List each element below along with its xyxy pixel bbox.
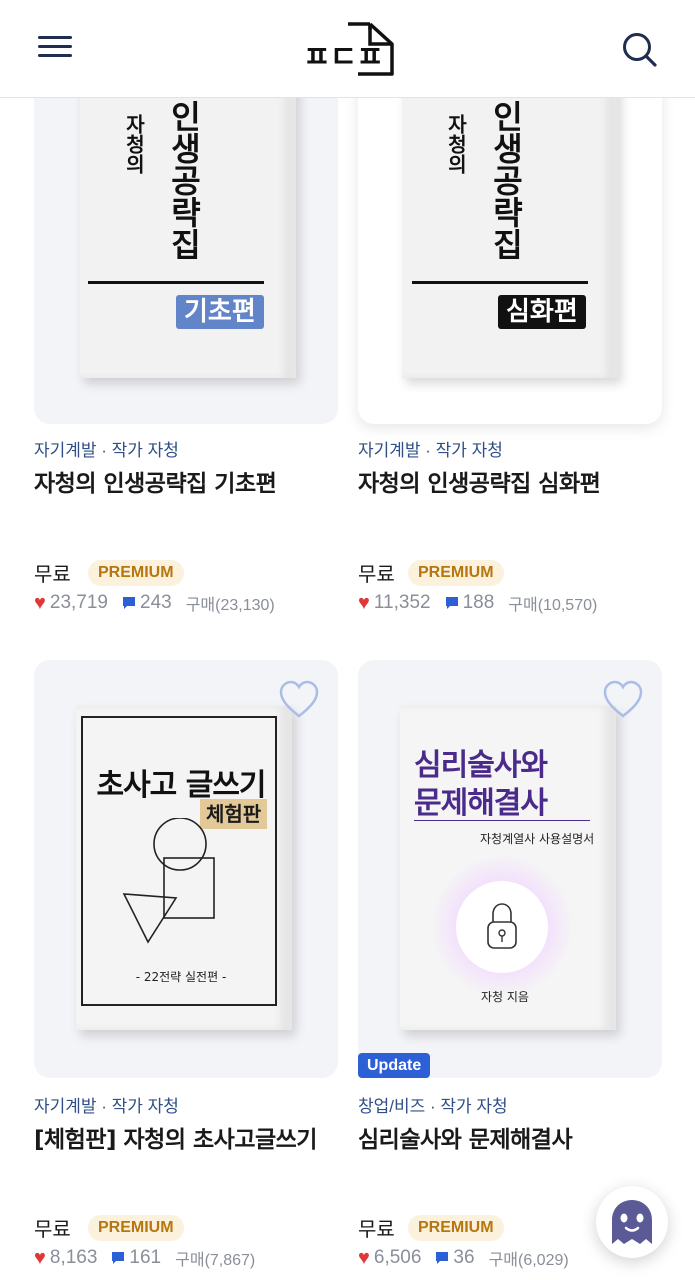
- comment-icon: [445, 597, 458, 609]
- like-count: 11,352: [373, 592, 431, 613]
- cover-subtitle: 자청계열사 사용설명서: [480, 832, 595, 846]
- cover-edition-badge: 심화편: [498, 295, 586, 329]
- product-price: 무료: [34, 1217, 71, 1241]
- cover-footer-text: - 22전략 실전편 -: [135, 970, 227, 984]
- site-logo[interactable]: ㅍㄷㅍ: [300, 20, 396, 78]
- product-category[interactable]: 자기계발 · 작가 자청: [358, 436, 503, 461]
- product-price: 무료: [358, 562, 395, 586]
- product-title[interactable]: 자청의 인생공략집 기초편: [34, 466, 334, 502]
- premium-badge: PREMIUM: [408, 1215, 504, 1241]
- cover-divider: [414, 820, 590, 821]
- product-title[interactable]: 자청의 인생공략집 심화편: [358, 466, 662, 502]
- product-title[interactable]: 심리술사와 문제해결사: [358, 1122, 658, 1158]
- book-cover-image: 심리술사와 문제해결사 자청계열사 사용설명서 자청 지음: [400, 706, 616, 1030]
- product-stats: ♥ 8,163 161 구매(7,867): [34, 1246, 255, 1270]
- cover-divider: [88, 281, 264, 284]
- product-card[interactable]: 자청의 인생공략집 기초편 자기계발 · 작가 자청 자청의 인생공략집 기초편…: [34, 78, 338, 618]
- comment-icon: [112, 1252, 125, 1264]
- heart-filled-icon: ♥: [358, 591, 370, 614]
- premium-badge: PREMIUM: [88, 1215, 184, 1241]
- premium-badge: PREMIUM: [88, 560, 184, 586]
- product-card[interactable]: 자청의 인생공략집 심화편 자기계발 · 작가 자청 자청의 인생공략집 심화편…: [358, 78, 662, 618]
- search-icon[interactable]: [620, 30, 658, 68]
- product-stats: ♥ 23,719 243 구매(23,130): [34, 591, 275, 615]
- cover-author-line: 자청의: [122, 114, 146, 174]
- chat-bot-button[interactable]: [596, 1186, 668, 1258]
- purchase-count: 구매(23,130): [185, 597, 275, 614]
- like-count: 6,506: [373, 1247, 422, 1268]
- product-category[interactable]: 자기계발 · 작가 자청: [34, 1092, 179, 1117]
- comment-icon: [436, 1252, 449, 1264]
- comment-count: 188: [462, 592, 495, 613]
- product-cover[interactable]: 초사고 글쓰기 체험판 - 22전략 실전편 -: [34, 660, 338, 1078]
- cover-title-line: 인생공략집: [165, 100, 203, 260]
- product-price: 무료: [358, 1217, 395, 1241]
- cover-title: 초사고 글쓰기: [96, 768, 266, 803]
- purchase-count: 구매(6,029): [488, 1252, 569, 1269]
- lock-icon: [487, 903, 517, 949]
- product-price: 무료: [34, 562, 71, 586]
- book-cover-image: 자청의 인생공략집 심화편: [402, 78, 618, 378]
- product-cover[interactable]: 심리술사와 문제해결사 자청계열사 사용설명서 자청 지음: [358, 660, 662, 1078]
- comment-count: 161: [129, 1247, 162, 1268]
- cover-title-line2: 문제해결사: [414, 786, 548, 821]
- cover-edition-badge: 기초편: [176, 295, 264, 329]
- update-badge: Update: [358, 1053, 431, 1078]
- hamburger-menu-icon[interactable]: [38, 36, 72, 62]
- cover-author: 자청 지음: [481, 990, 529, 1004]
- purchase-count: 구매(7,867): [175, 1252, 256, 1269]
- heart-outline-icon[interactable]: [278, 680, 320, 720]
- comment-icon: [123, 597, 135, 609]
- cover-author-line: 자청의: [444, 114, 468, 174]
- comment-count: 243: [140, 592, 172, 613]
- product-cover[interactable]: 자청의 인생공략집 심화편: [358, 78, 662, 424]
- like-count: 23,719: [49, 592, 108, 613]
- book-cover-image: 자청의 인생공략집 기초편: [80, 78, 296, 378]
- top-header: ㅍㄷㅍ: [0, 0, 695, 98]
- cover-divider: [412, 281, 588, 284]
- heart-filled-icon: ♥: [358, 1246, 370, 1269]
- product-title[interactable]: [체험판] 자청의 초사고글쓰기: [34, 1122, 330, 1158]
- heart-filled-icon: ♥: [34, 1246, 46, 1269]
- purchase-count: 구매(10,570): [508, 597, 598, 614]
- heart-outline-icon[interactable]: [602, 680, 644, 720]
- like-count: 8,163: [49, 1247, 98, 1268]
- product-stats: ♥ 11,352 188 구매(10,570): [358, 591, 597, 615]
- geometric-shapes-illustration: [122, 818, 215, 944]
- product-category[interactable]: 자기계발 · 작가 자청: [34, 436, 179, 461]
- book-cover-image: 초사고 글쓰기 체험판 - 22전략 실전편 -: [76, 706, 292, 1030]
- ghost-chat-icon: [612, 1200, 652, 1244]
- comment-count: 36: [453, 1247, 475, 1268]
- product-card[interactable]: 심리술사와 문제해결사 자청계열사 사용설명서 자청 지음 Update 창업/…: [358, 660, 662, 1270]
- heart-filled-icon: ♥: [34, 591, 46, 614]
- cover-title-line: 인생공략집: [487, 100, 525, 260]
- premium-badge: PREMIUM: [408, 560, 504, 586]
- product-stats: ♥ 6,506 36 구매(6,029): [358, 1246, 569, 1270]
- logo-text: ㅍㄷㅍ: [303, 40, 384, 75]
- product-card[interactable]: 초사고 글쓰기 체험판 - 22전략 실전편 - 자기계발 · 작가 자청 [체…: [34, 660, 338, 1270]
- product-category[interactable]: 창업/비즈 · 작가 자청: [358, 1092, 508, 1117]
- product-cover[interactable]: 자청의 인생공략집 기초편: [34, 78, 338, 424]
